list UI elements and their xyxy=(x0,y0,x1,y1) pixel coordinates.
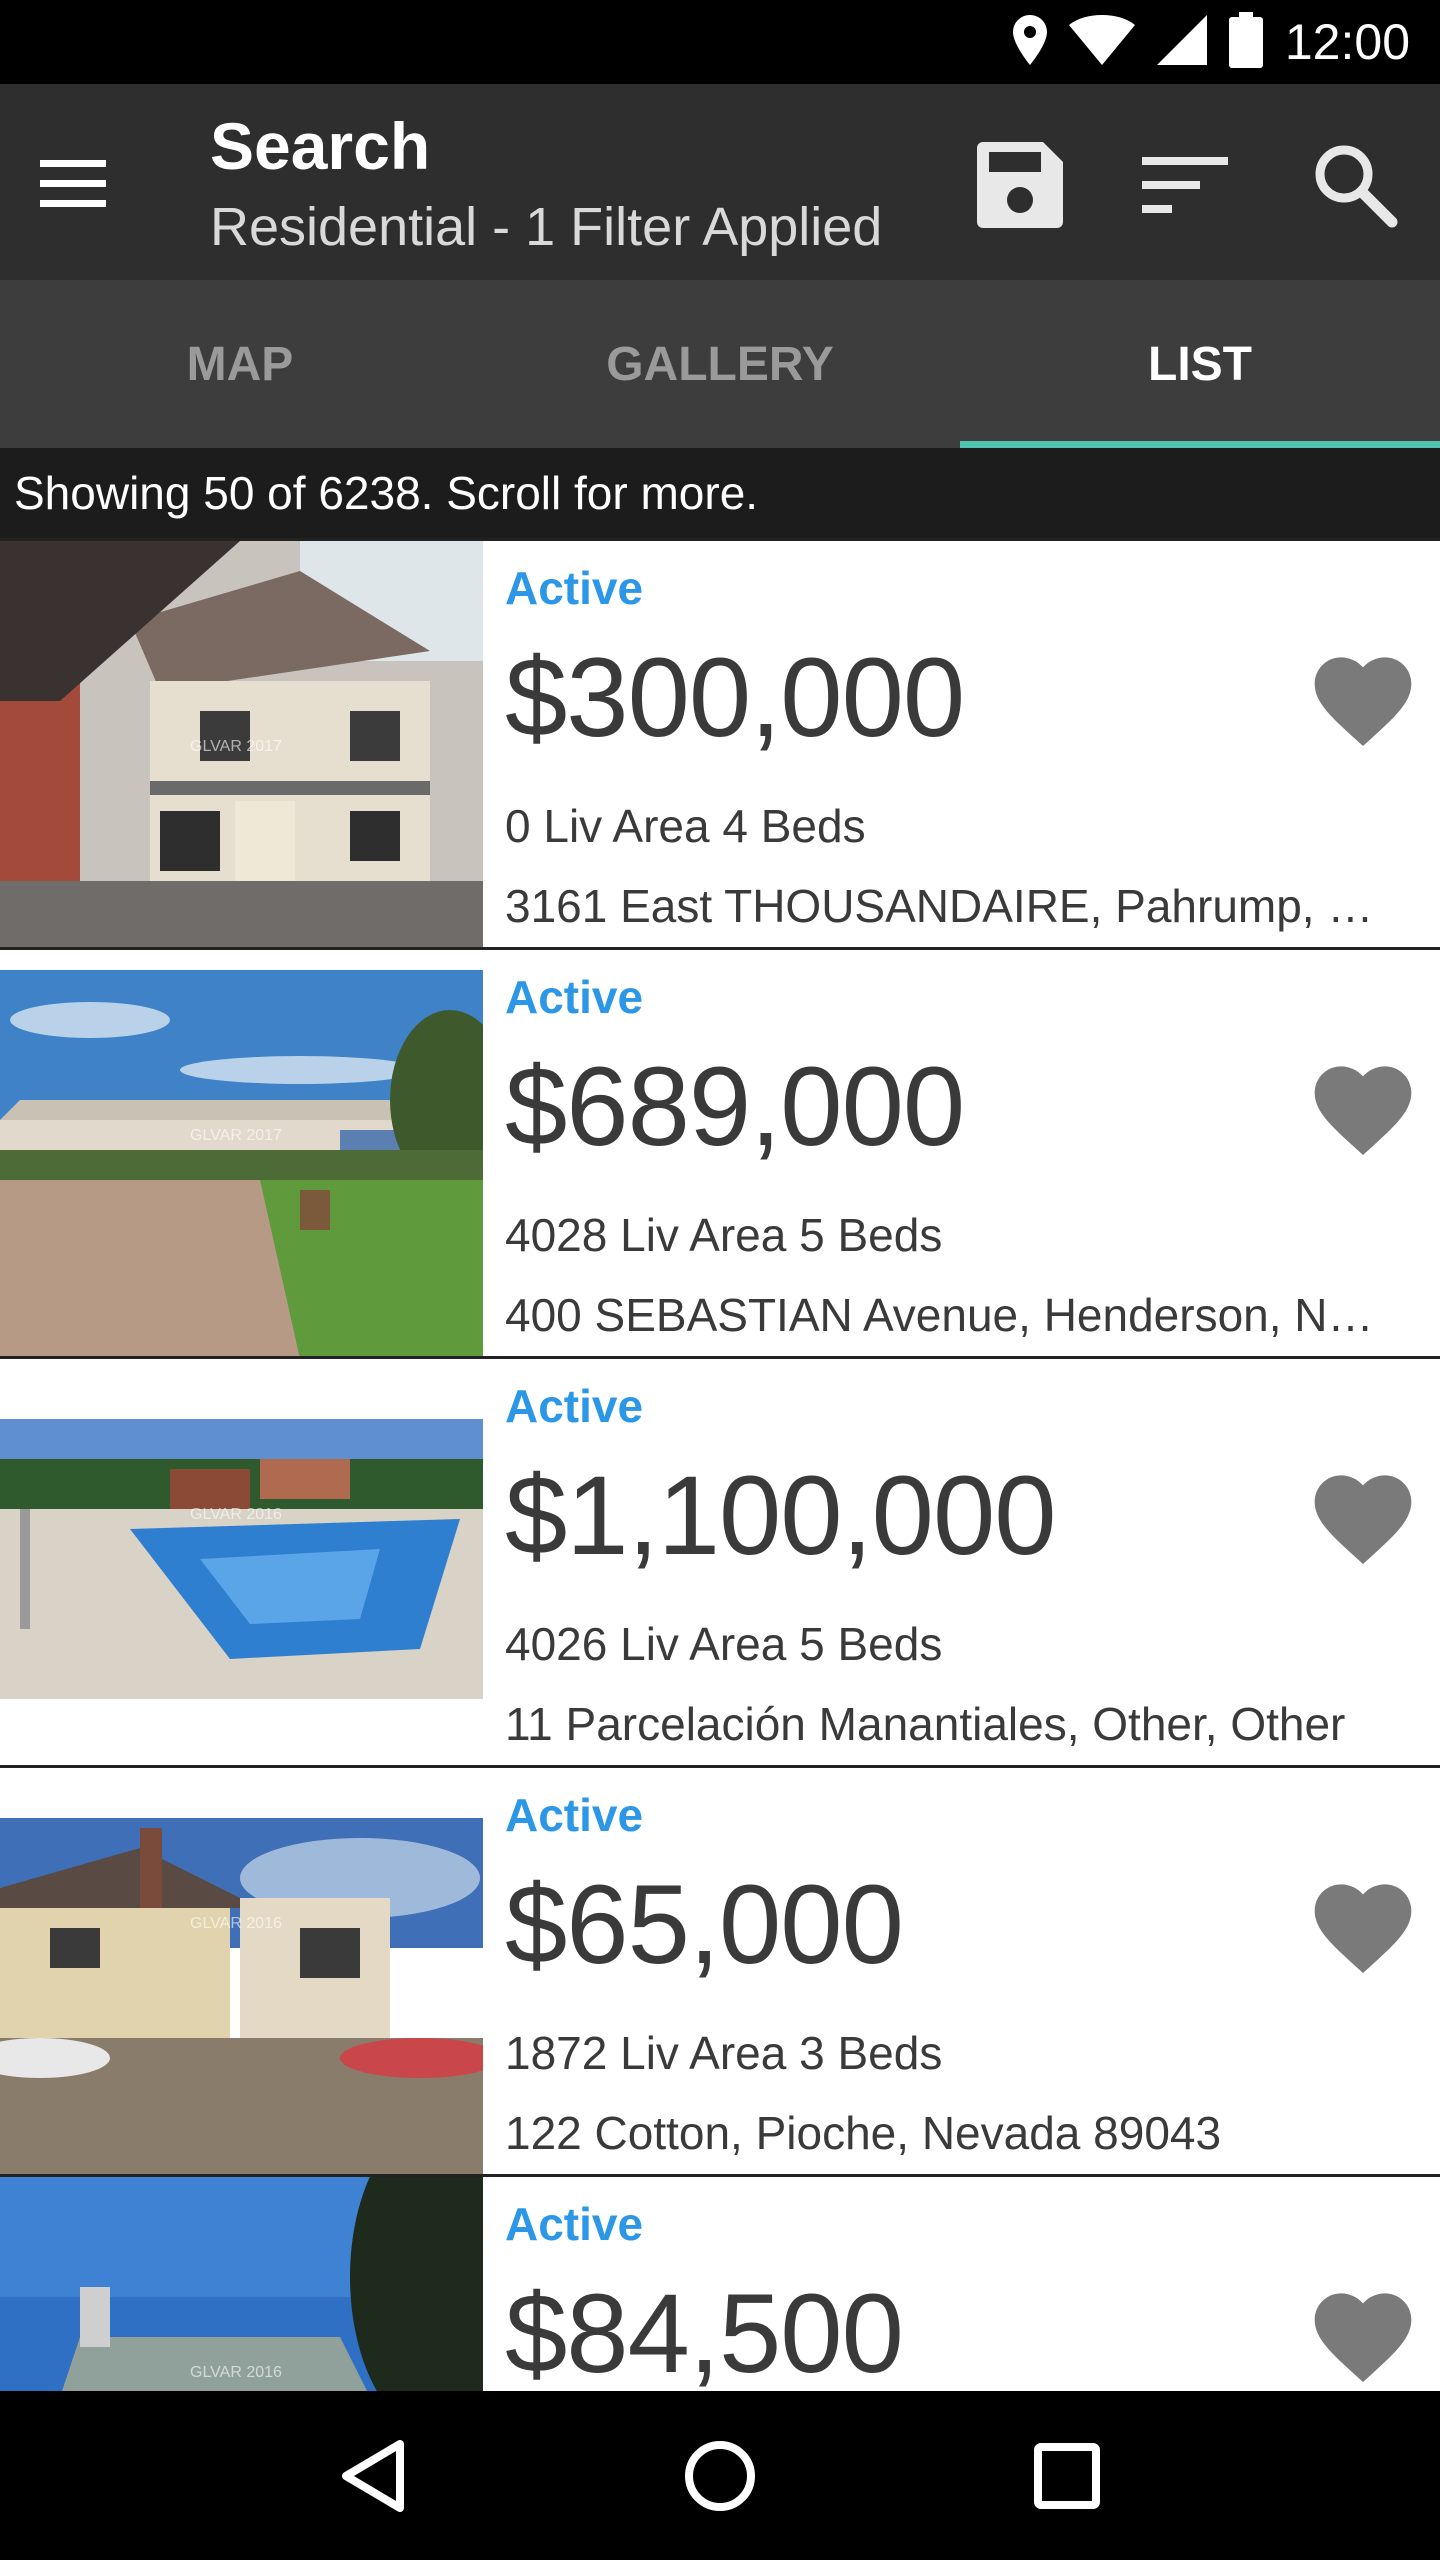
listing-address: 11 Parcelación Manantiales, Other, Other xyxy=(505,1698,1346,1750)
view-tabs: MAP GALLERY LIST xyxy=(0,280,1440,448)
save-search-button[interactable] xyxy=(965,130,1075,240)
listing-address: 122 Cotton, Pioche, Nevada 89043 xyxy=(505,2107,1222,2159)
status-badge: Active xyxy=(505,2198,644,2250)
battery-icon xyxy=(1228,11,1263,73)
status-badge: Active xyxy=(505,971,644,1023)
photo-watermark: GLVAR 2016 xyxy=(190,1506,282,1523)
listing-specs: 1872 Liv Area 3 Beds xyxy=(505,2027,943,2079)
favorite-button[interactable] xyxy=(1305,1868,1421,1978)
menu-button[interactable] xyxy=(40,144,140,224)
status-badge: Active xyxy=(505,562,644,614)
listing-photo[interactable]: GLVAR 2016 xyxy=(0,1768,483,2174)
listing-specs: 4028 Liv Area 5 Beds xyxy=(505,1209,943,1261)
hamburger-menu-icon xyxy=(40,160,106,207)
back-icon xyxy=(342,2439,405,2512)
photo-watermark: GLVAR 2016 xyxy=(190,2364,282,2381)
sort-button[interactable] xyxy=(1130,130,1240,240)
listing-info[interactable]: Active $84,500 xyxy=(505,2177,1440,2391)
status-badge: Active xyxy=(505,1789,644,1841)
listing-price: $689,000 xyxy=(505,1044,965,1169)
search-button[interactable] xyxy=(1300,130,1410,240)
favorite-button[interactable] xyxy=(1305,1459,1421,1569)
home-icon xyxy=(684,2440,755,2511)
listing-info[interactable]: Active $689,000 4028 Liv Area 5 Beds 400… xyxy=(505,950,1440,1356)
location-icon xyxy=(1012,14,1047,70)
listing-info[interactable]: Active $65,000 1872 Liv Area 3 Beds 122 … xyxy=(505,1768,1440,2174)
save-icon xyxy=(977,142,1063,228)
listing-specs: 4026 Liv Area 5 Beds xyxy=(505,1618,943,1670)
listing-row[interactable]: GLVAR 2016 Active $84,500 xyxy=(0,2174,1440,2391)
heart-icon xyxy=(1314,1066,1412,1156)
page-title: Search xyxy=(210,109,431,183)
listing-photo[interactable]: GLVAR 2017 xyxy=(0,541,483,947)
favorite-button[interactable] xyxy=(1305,2277,1421,2387)
listing-info[interactable]: Active $300,000 0 Liv Area 4 Beds 3161 E… xyxy=(505,541,1440,947)
listing-price: $300,000 xyxy=(505,635,965,760)
home-button[interactable] xyxy=(665,2421,775,2531)
listing-photo[interactable]: GLVAR 2016 xyxy=(0,1359,483,1765)
photo-watermark: GLVAR 2016 xyxy=(190,1915,282,1932)
tab-list[interactable]: LIST xyxy=(960,280,1440,448)
page-subtitle: Residential - 1 Filter Applied xyxy=(210,197,883,257)
listing-row[interactable]: GLVAR 2017 Active $689,000 4028 Liv Area… xyxy=(0,947,1440,1356)
listing-list[interactable]: GLVAR 2017 Active $300,000 0 Liv Area 4 … xyxy=(0,538,1440,2391)
listing-specs: 0 Liv Area 4 Beds xyxy=(505,800,866,852)
heart-icon xyxy=(1314,1475,1412,1565)
back-button[interactable] xyxy=(318,2421,428,2531)
listing-info[interactable]: Active $1,100,000 4026 Liv Area 5 Beds 1… xyxy=(505,1359,1440,1765)
photo-watermark: GLVAR 2017 xyxy=(190,738,282,755)
status-badge: Active xyxy=(505,1380,644,1432)
listing-price: $84,500 xyxy=(505,2271,904,2391)
clock: 12:00 xyxy=(1284,14,1410,70)
heart-icon xyxy=(1314,1884,1412,1974)
tab-gallery[interactable]: GALLERY xyxy=(480,280,960,448)
photo-watermark: GLVAR 2017 xyxy=(190,1127,282,1144)
listing-row[interactable]: GLVAR 2017 Active $300,000 0 Liv Area 4 … xyxy=(0,538,1440,947)
app-bar: Search Residential - 1 Filter Applied xyxy=(0,84,1440,280)
cell-signal-icon xyxy=(1156,14,1207,70)
recents-icon xyxy=(1033,2442,1100,2509)
listing-photo[interactable]: GLVAR 2016 xyxy=(0,2177,483,2391)
listing-price: $65,000 xyxy=(505,1862,904,1987)
favorite-button[interactable] xyxy=(1305,641,1421,751)
results-count: Showing 50 of 6238. Scroll for more. xyxy=(0,448,1440,538)
listing-address: 3161 East THOUSANDAIRE, Pahrump, Nevada xyxy=(505,880,1385,932)
search-icon xyxy=(1315,145,1398,228)
listing-row[interactable]: GLVAR 2016 Active $1,100,000 4026 Liv Ar… xyxy=(0,1356,1440,1765)
sort-icon xyxy=(1142,157,1228,213)
heart-icon xyxy=(1314,2293,1412,2383)
tab-map[interactable]: MAP xyxy=(0,280,480,448)
favorite-button[interactable] xyxy=(1305,1050,1421,1160)
listing-photo[interactable]: GLVAR 2017 xyxy=(0,950,483,1356)
listing-address: 400 SEBASTIAN Avenue, Henderson, Nevada xyxy=(505,1289,1385,1341)
listing-row[interactable]: GLVAR 2016 Active $65,000 1872 Liv Area … xyxy=(0,1765,1440,2174)
wifi-icon xyxy=(1068,14,1135,70)
listing-price: $1,100,000 xyxy=(505,1453,1057,1578)
heart-icon xyxy=(1314,657,1412,747)
system-nav-bar xyxy=(0,2391,1440,2560)
recents-button[interactable] xyxy=(1012,2421,1122,2531)
status-bar: 12:00 xyxy=(0,0,1440,84)
